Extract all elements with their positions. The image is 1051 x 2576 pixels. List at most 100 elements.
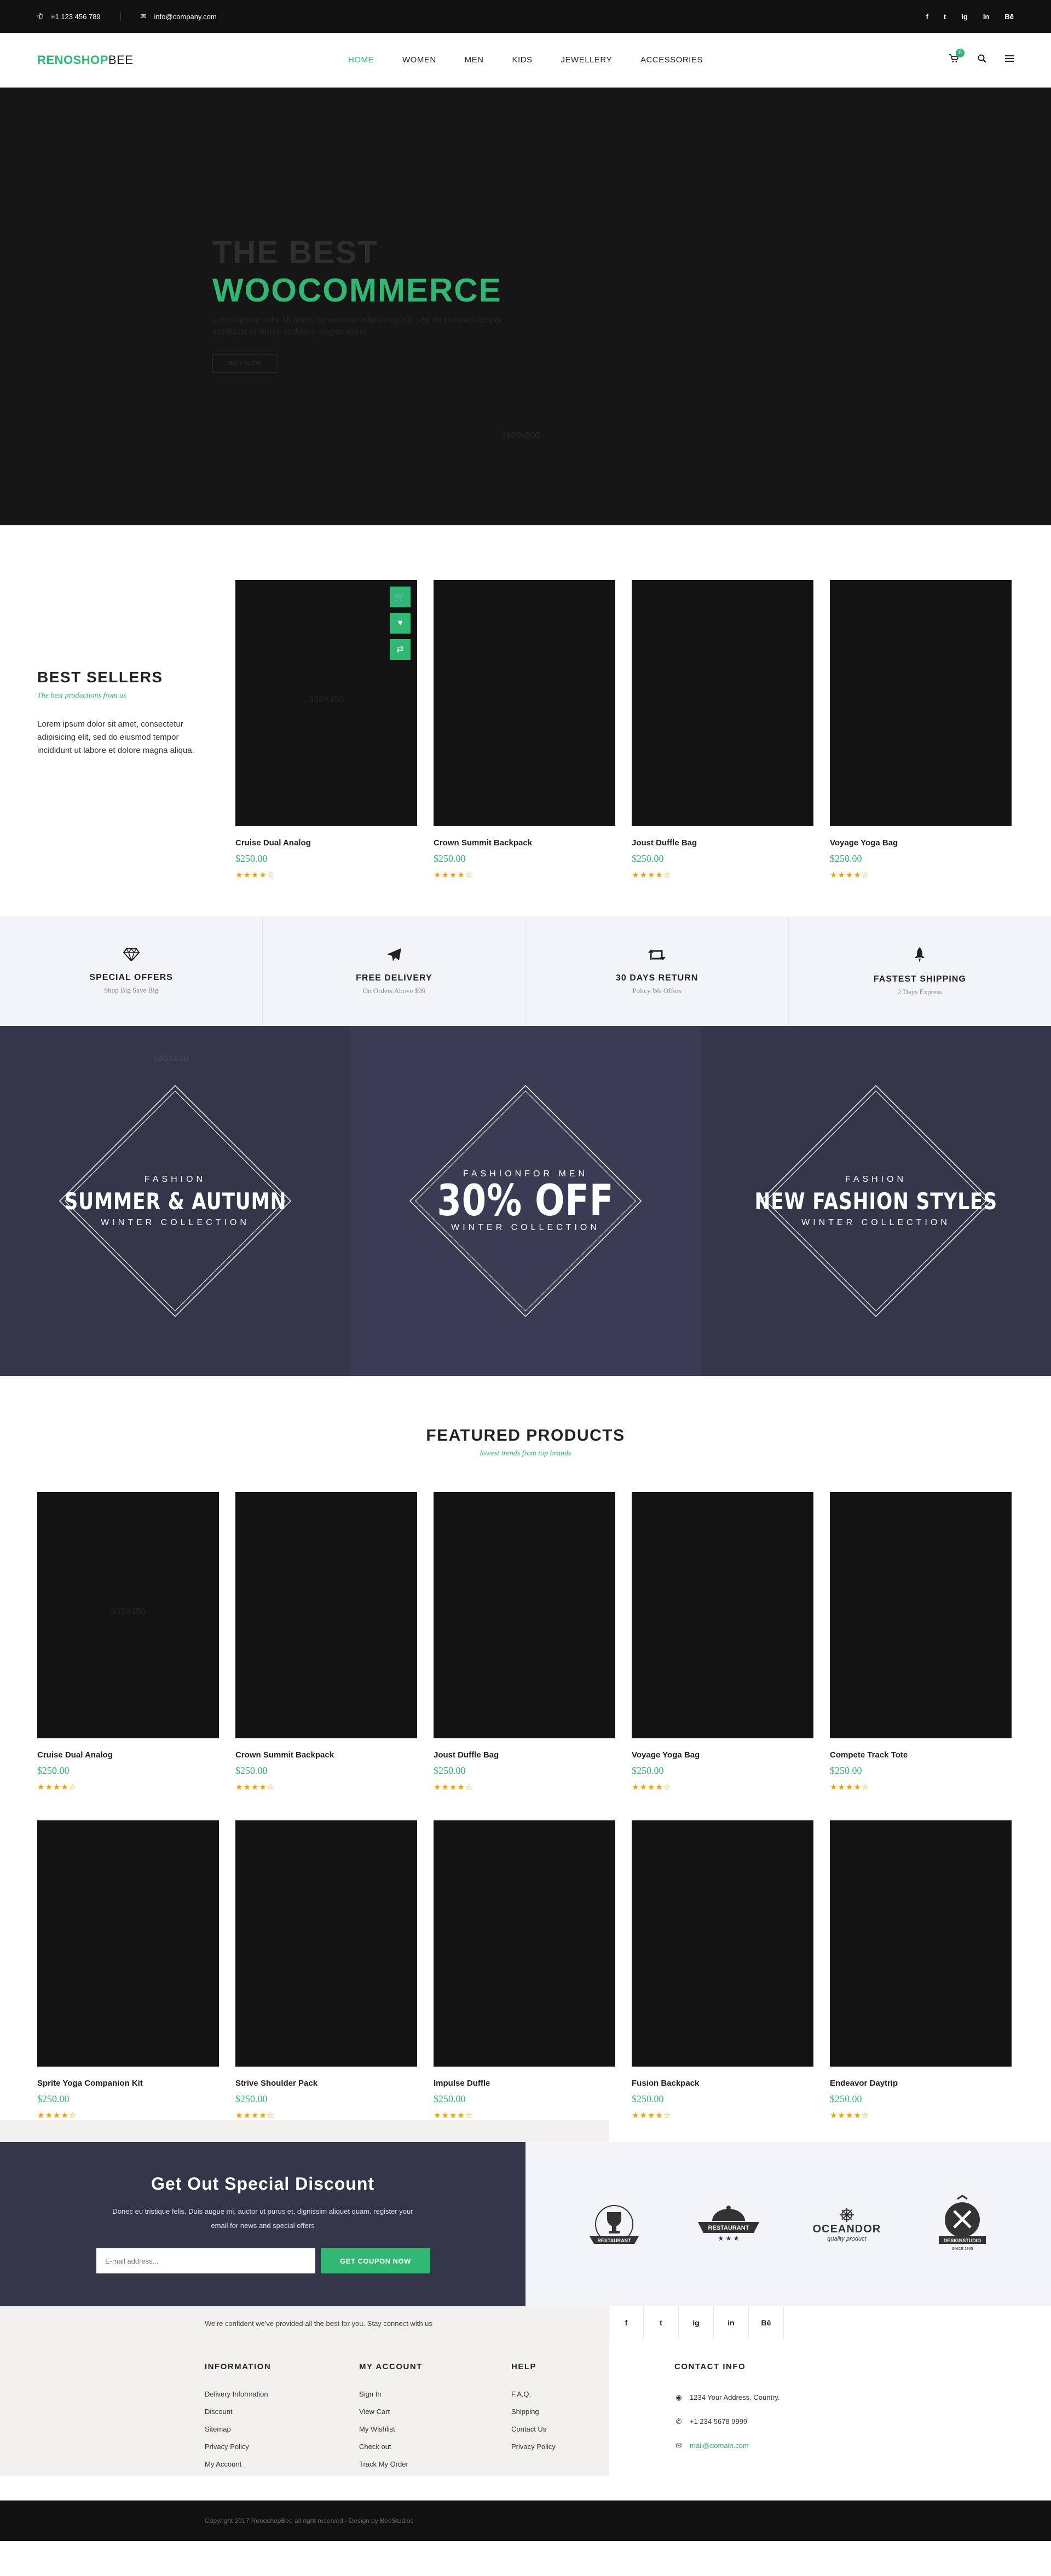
menu-icon[interactable] [1005, 55, 1014, 65]
heart-icon[interactable]: ♥ [390, 613, 411, 634]
product-name[interactable]: Joust Duffle Bag [434, 1750, 615, 1760]
product-card[interactable]: 333X450 🛒 ♥ ⇄ Cruise Dual Analog $250.00… [235, 580, 417, 880]
product-name[interactable]: Sprite Yoga Companion Kit [37, 2079, 219, 2088]
footer-link[interactable]: My Wishlist [359, 2421, 423, 2438]
product-name[interactable]: Voyage Yoga Bag [830, 838, 1012, 848]
promo-banner-new-styles[interactable]: FASHION NEW FASHION STYLES WINTER COLLEC… [701, 1026, 1051, 1376]
product-card[interactable]: Crown Summit Backpack $250.00 ★★★★☆ [434, 580, 615, 880]
footer-link[interactable]: Check out [359, 2438, 423, 2456]
footer-link[interactable]: Delivery Information [205, 2386, 271, 2403]
instagram-icon[interactable]: ig [961, 13, 968, 21]
product-name[interactable]: Cruise Dual Analog [235, 838, 417, 848]
product-name[interactable]: Endeavor Daytrip [830, 2079, 1012, 2088]
brand-logo[interactable]: RESTAURANT ★ ★ ★ [696, 2197, 761, 2252]
product-image[interactable] [235, 1820, 417, 2067]
footer-information-column: INFORMATION Delivery Information Discoun… [205, 2362, 271, 2473]
product-name[interactable]: Joust Duffle Bag [632, 838, 813, 848]
product-name[interactable]: Strive Shoulder Pack [235, 2079, 417, 2088]
behance-icon[interactable]: Bē [1004, 13, 1014, 21]
nav-jewellery[interactable]: JEWELLERY [561, 55, 612, 65]
nav-kids[interactable]: KIDS [512, 55, 533, 65]
instagram-icon[interactable]: ig [679, 2306, 714, 2339]
site-logo[interactable]: RENOSHOPBEE [37, 53, 133, 67]
get-coupon-button[interactable]: GET COUPON NOW [321, 2248, 430, 2273]
product-image[interactable] [632, 1820, 813, 2067]
phone-icon: ✆ [37, 12, 43, 20]
email-contact[interactable]: ✉ info@company.com [120, 12, 236, 21]
footer-link[interactable]: Shipping [511, 2403, 556, 2421]
footer-link[interactable]: Discount [205, 2403, 271, 2421]
product-card[interactable]: Strive Shoulder Pack $250.00 ★★★★☆ [235, 1820, 417, 2120]
footer-link[interactable]: My Account [205, 2456, 271, 2473]
product-image[interactable] [37, 1820, 219, 2067]
linkedin-icon[interactable]: in [983, 13, 990, 21]
product-card[interactable]: Joust Duffle Bag $250.00 ★★★★☆ [632, 580, 813, 880]
promo-banner-30-off[interactable]: FASHIONFOR MEN 30% OFF WINTER COLLECTION [350, 1026, 701, 1376]
product-image[interactable] [434, 1820, 615, 2067]
product-card[interactable]: Voyage Yoga Bag $250.00 ★★★★☆ [632, 1492, 813, 1792]
footer-link[interactable]: Privacy Policy [205, 2438, 271, 2456]
product-card[interactable]: Compete Track Tote $250.00 ★★★★☆ [830, 1492, 1012, 1792]
linkedin-icon[interactable]: in [714, 2306, 749, 2339]
product-rating: ★★★★☆ [830, 1783, 870, 1792]
product-name[interactable]: Crown Summit Backpack [434, 838, 615, 848]
featured-subtitle: lowest trends from top brands [480, 1449, 571, 1458]
product-card[interactable]: 333X450 Cruise Dual Analog $250.00 ★★★★☆ [37, 1492, 219, 1792]
product-image[interactable] [434, 1492, 615, 1738]
product-card[interactable]: Endeavor Daytrip $250.00 ★★★★☆ [830, 1820, 1012, 2120]
footer-link[interactable]: Privacy Policy [511, 2438, 556, 2456]
nav-men[interactable]: MEN [465, 55, 484, 65]
product-card[interactable]: Sprite Yoga Companion Kit $250.00 ★★★★☆ [37, 1820, 219, 2120]
nav-home[interactable]: HOME [348, 55, 374, 65]
twitter-icon[interactable]: t [644, 2306, 679, 2339]
brand-logo[interactable]: DESIGNSTUDIO SINCE 1965 [932, 2191, 992, 2257]
promo-banner-summer-autumn[interactable]: 640X640 FASHION SUMMER & AUTUMN WINTER C… [0, 1026, 350, 1376]
product-name[interactable]: Fusion Backpack [632, 2079, 813, 2088]
facebook-icon[interactable]: f [609, 2306, 644, 2339]
cart-icon[interactable]: 🛒 [390, 587, 411, 607]
product-name[interactable]: Compete Track Tote [830, 1750, 1012, 1760]
product-card[interactable]: Fusion Backpack $250.00 ★★★★☆ [632, 1820, 813, 2120]
nav-accessories[interactable]: ACCESSORIES [640, 55, 703, 65]
footer-link[interactable]: Track My Order [359, 2456, 423, 2473]
best-sellers-section: BEST SELLERS The best productions from u… [0, 525, 1051, 916]
brand-logo[interactable]: RESTAURANT [584, 2197, 644, 2252]
brand-logo[interactable]: OCEANDOR quality product [813, 2207, 881, 2242]
product-name[interactable]: Crown Summit Backpack [235, 1750, 417, 1760]
footer-link[interactable]: F.A.Q. [511, 2386, 556, 2403]
footer-link[interactable]: Sign In [359, 2386, 423, 2403]
footer-link[interactable]: Contact Us [511, 2421, 556, 2438]
product-card[interactable]: Joust Duffle Bag $250.00 ★★★★☆ [434, 1492, 615, 1792]
nav-women[interactable]: WOMEN [402, 55, 436, 65]
phone-contact[interactable]: ✆ +1 123 456 789 [37, 12, 120, 21]
product-image[interactable] [830, 580, 1012, 826]
footer-link[interactable]: Sitemap [205, 2421, 271, 2438]
product-image[interactable]: 333X450 [37, 1492, 219, 1738]
product-card[interactable]: Impulse Duffle $250.00 ★★★★☆ [434, 1820, 615, 2120]
product-card[interactable]: Voyage Yoga Bag $250.00 ★★★★☆ [830, 580, 1012, 880]
product-image[interactable] [632, 1492, 813, 1738]
facebook-icon[interactable]: f [926, 13, 928, 21]
compare-icon[interactable]: ⇄ [390, 639, 411, 660]
email-field[interactable] [96, 2248, 315, 2273]
product-image[interactable] [632, 580, 813, 826]
feature-special-offers: SPECIAL OFFERS Shop Big Save Big [0, 916, 263, 1026]
product-name[interactable]: Cruise Dual Analog [37, 1750, 219, 1760]
product-image[interactable] [434, 580, 615, 826]
product-name[interactable]: Impulse Duffle [434, 2079, 615, 2088]
feature-30-days-return: 30 DAYS RETURN Policy We Offers [526, 916, 789, 1026]
product-image[interactable] [235, 1492, 417, 1738]
email-address: info@company.com [154, 12, 217, 21]
product-image[interactable]: 333X450 🛒 ♥ ⇄ [235, 580, 417, 826]
product-price: $250.00 [235, 853, 268, 864]
buy-now-button[interactable]: BUY NOW [212, 354, 278, 373]
footer-link[interactable]: View Cart [359, 2403, 423, 2421]
cart-button[interactable]: 0 [949, 49, 965, 66]
product-name[interactable]: Voyage Yoga Bag [632, 1750, 813, 1760]
product-card[interactable]: Crown Summit Backpack $250.00 ★★★★☆ [235, 1492, 417, 1792]
search-icon[interactable] [978, 54, 986, 66]
behance-icon[interactable]: Bē [749, 2306, 784, 2339]
product-image[interactable] [830, 1492, 1012, 1738]
twitter-icon[interactable]: t [944, 13, 946, 21]
product-image[interactable] [830, 1820, 1012, 2067]
